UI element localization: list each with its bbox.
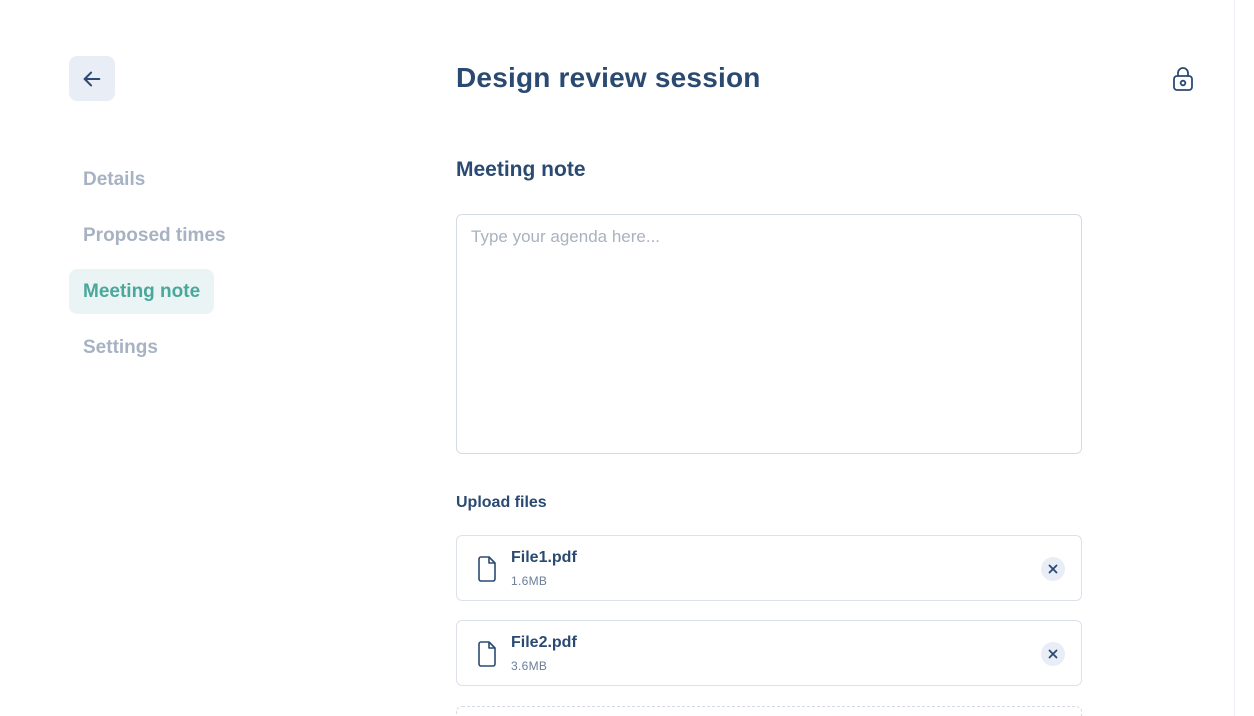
remove-file-button[interactable] bbox=[1041, 642, 1065, 666]
sidebar-nav: Details Proposed times Meeting note Sett… bbox=[69, 157, 269, 381]
arrow-left-icon bbox=[83, 71, 101, 86]
scrollbar-track[interactable] bbox=[1234, 0, 1254, 716]
close-icon bbox=[1048, 564, 1058, 574]
meeting-note-textarea[interactable] bbox=[456, 214, 1082, 454]
sidebar-item-proposed-times[interactable]: Proposed times bbox=[69, 213, 240, 258]
section-title: Meeting note bbox=[456, 158, 586, 181]
lock-icon bbox=[1173, 67, 1193, 91]
upload-files-label: Upload files bbox=[456, 494, 547, 511]
sidebar-item-meeting-note[interactable]: Meeting note bbox=[69, 269, 215, 314]
lock-button[interactable] bbox=[1170, 66, 1196, 92]
sidebar-item-settings[interactable]: Settings bbox=[69, 325, 172, 370]
close-icon bbox=[1048, 649, 1058, 659]
file-name: File1.pdf bbox=[511, 549, 577, 566]
upload-dropzone[interactable] bbox=[456, 706, 1082, 716]
file-name: File2.pdf bbox=[511, 634, 577, 651]
page: Design review session Details Proposed t… bbox=[0, 0, 1254, 716]
back-button[interactable] bbox=[69, 56, 115, 101]
file-card: File2.pdf 3.6MB bbox=[456, 620, 1082, 686]
file-icon bbox=[478, 641, 496, 667]
file-size: 3.6MB bbox=[511, 659, 548, 673]
file-icon bbox=[478, 556, 496, 582]
sidebar-item-details[interactable]: Details bbox=[69, 157, 159, 202]
page-title: Design review session bbox=[456, 62, 761, 93]
remove-file-button[interactable] bbox=[1041, 557, 1065, 581]
file-size: 1.6MB bbox=[511, 574, 548, 588]
file-card: File1.pdf 1.6MB bbox=[456, 535, 1082, 601]
